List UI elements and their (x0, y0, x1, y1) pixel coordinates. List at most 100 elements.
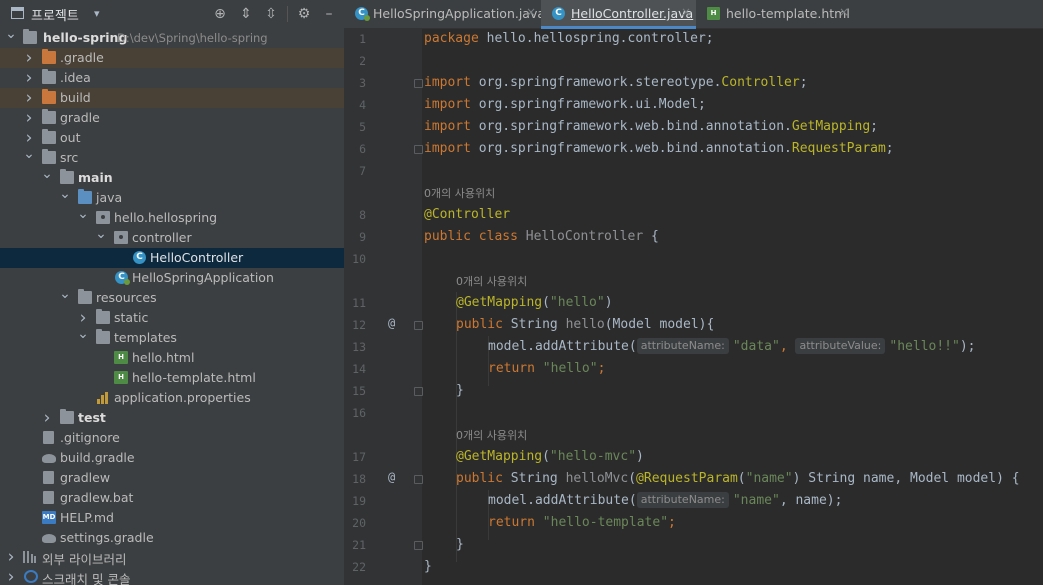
folder-icon (42, 89, 56, 104)
chevron-down-icon[interactable] (76, 328, 90, 348)
chevron-down-icon[interactable] (76, 208, 90, 228)
tree-item-hello-spring[interactable]: hello-spring D:\dev\Spring\hello-spring (0, 28, 344, 48)
library-icon (23, 550, 37, 563)
code-text: (Model model){ (604, 317, 715, 332)
tree-item-main[interactable]: main (0, 168, 344, 188)
tree-item-gitignore[interactable]: .gitignore (0, 428, 344, 448)
tree-item-label: main (78, 170, 113, 185)
tree-item-hello-html[interactable]: H hello.html (0, 348, 344, 368)
html-file-icon: H (114, 351, 128, 364)
tab-hello-template-html[interactable]: H hello-template.html × (696, 0, 856, 28)
chevron-down-icon[interactable] (94, 228, 108, 248)
chevron-down-icon[interactable]: ▾ (94, 7, 100, 20)
chevron-right-icon[interactable] (22, 108, 36, 128)
tree-item-hello-hellospring[interactable]: hello.hellospring (0, 208, 344, 228)
tree-item-resources[interactable]: resources (0, 288, 344, 308)
line-number: 17 (352, 450, 366, 464)
code-text: ); (959, 339, 976, 354)
line-number: 7 (359, 164, 366, 178)
code-line-6: import org.springframework.web.bind.anno… (424, 138, 894, 160)
tree-item-label: 외부 라이브러리 (42, 552, 127, 567)
usage-hint[interactable]: 0개의 사용위치 (424, 185, 495, 201)
tree-item-hello-spring-application[interactable]: C HelloSpringApplication (0, 268, 344, 288)
close-icon[interactable]: × (526, 5, 536, 19)
tree-item-hello-controller[interactable]: C HelloController (0, 248, 344, 268)
header-divider (287, 6, 288, 22)
tree-item-hello-template-html[interactable]: H hello-template.html (0, 368, 344, 388)
code-text: ; (668, 515, 676, 530)
line-number: 3 (359, 76, 366, 90)
collapse-all-icon[interactable]: ⇳ (262, 5, 280, 23)
editor-tab-bar: C HelloSpringApplication.java × C HelloC… (344, 0, 1043, 29)
html-file-icon: H (114, 371, 128, 384)
chevron-down-icon[interactable] (58, 288, 72, 308)
chevron-right-icon[interactable] (22, 128, 36, 148)
tree-item-gradle-cache[interactable]: .gradle (0, 48, 344, 68)
tree-item-build-gradle[interactable]: build.gradle (0, 448, 344, 468)
annotation: @RequestParam (636, 471, 738, 486)
tree-item-help-md[interactable]: MD HELP.md (0, 508, 344, 528)
chevron-down-icon[interactable] (22, 148, 36, 168)
class-icon: C (133, 251, 146, 264)
keyword: import (424, 119, 471, 134)
tab-hello-controller[interactable]: C HelloController.java × (541, 0, 696, 29)
code-text: ; (799, 75, 808, 90)
hide-icon[interactable]: – (320, 5, 338, 23)
close-icon[interactable]: × (839, 5, 849, 19)
tab-hello-spring-application[interactable]: C HelloSpringApplication.java × (344, 0, 545, 28)
usage-hint[interactable]: 0개의 사용위치 (456, 273, 527, 289)
chevron-right-icon[interactable] (22, 48, 36, 68)
tree-item-label: HelloController (150, 250, 244, 265)
line-number: 16 (352, 406, 366, 420)
tree-item-out[interactable]: out (0, 128, 344, 148)
keyword: public class (424, 229, 518, 244)
code-text: , name); (779, 493, 843, 508)
source-root-icon (60, 169, 74, 184)
tree-item-label: .gradle (60, 50, 104, 65)
code-editor[interactable]: package hello.hellospring.controller; im… (422, 28, 1043, 585)
folder-icon (96, 329, 110, 344)
chevron-down-icon[interactable] (4, 28, 18, 48)
chevron-right-icon[interactable] (76, 308, 90, 328)
properties-file-icon (96, 391, 110, 404)
chevron-down-icon[interactable] (40, 168, 54, 188)
close-icon[interactable]: × (681, 5, 691, 19)
chevron-right-icon[interactable] (22, 88, 36, 108)
chevron-right-icon[interactable] (22, 68, 36, 88)
editor-gutter[interactable]: 1 2 3 4 5 6 7 8 9 10 11 12 13 14 15 16 1… (344, 28, 423, 585)
tree-item-idea[interactable]: .idea (0, 68, 344, 88)
chevron-down-icon[interactable] (58, 188, 72, 208)
parameter-hint: attributeValue: (795, 338, 886, 354)
parameter-hint: attributeName: (636, 492, 729, 508)
request-mapping-marker-icon[interactable]: @ (388, 316, 395, 330)
settings-icon[interactable]: ⚙ (295, 5, 313, 23)
tree-item-label: resources (96, 290, 157, 305)
tree-item-src[interactable]: src (0, 148, 344, 168)
line-number: 9 (359, 230, 366, 244)
gradle-icon (42, 534, 56, 543)
expand-all-icon[interactable]: ⇕ (237, 5, 255, 23)
usage-hint[interactable]: 0개의 사용위치 (456, 427, 527, 443)
project-panel-title[interactable]: 프로젝트 (31, 5, 79, 24)
tree-item-test[interactable]: test (0, 408, 344, 428)
tree-item-templates[interactable]: templates (0, 328, 344, 348)
tree-item-java[interactable]: java (0, 188, 344, 208)
tree-item-gradlew[interactable]: gradlew (0, 468, 344, 488)
tree-item-settings-gradle[interactable]: settings.gradle (0, 528, 344, 548)
chevron-right-icon[interactable] (4, 567, 18, 585)
string-literal: "hello" (534, 361, 598, 376)
chevron-right-icon[interactable] (40, 408, 54, 428)
tree-item-controller[interactable]: controller (0, 228, 344, 248)
tree-item-external-libraries[interactable]: 외부 라이브러리 (0, 547, 344, 567)
locate-icon[interactable]: ⊕ (211, 5, 229, 23)
tree-item-gradle[interactable]: gradle (0, 108, 344, 128)
tree-item-build[interactable]: build (0, 88, 344, 108)
request-mapping-marker-icon[interactable]: @ (388, 470, 395, 484)
tree-item-scratches[interactable]: 스크래치 및 콘솔 (0, 567, 344, 585)
method-name: helloMvc (565, 471, 629, 486)
tree-item-static[interactable]: static (0, 308, 344, 328)
line-number: 11 (352, 296, 366, 310)
tree-item-application-properties[interactable]: application.properties (0, 388, 344, 408)
chevron-right-icon[interactable] (4, 547, 18, 567)
tree-item-gradlew-bat[interactable]: gradlew.bat (0, 488, 344, 508)
